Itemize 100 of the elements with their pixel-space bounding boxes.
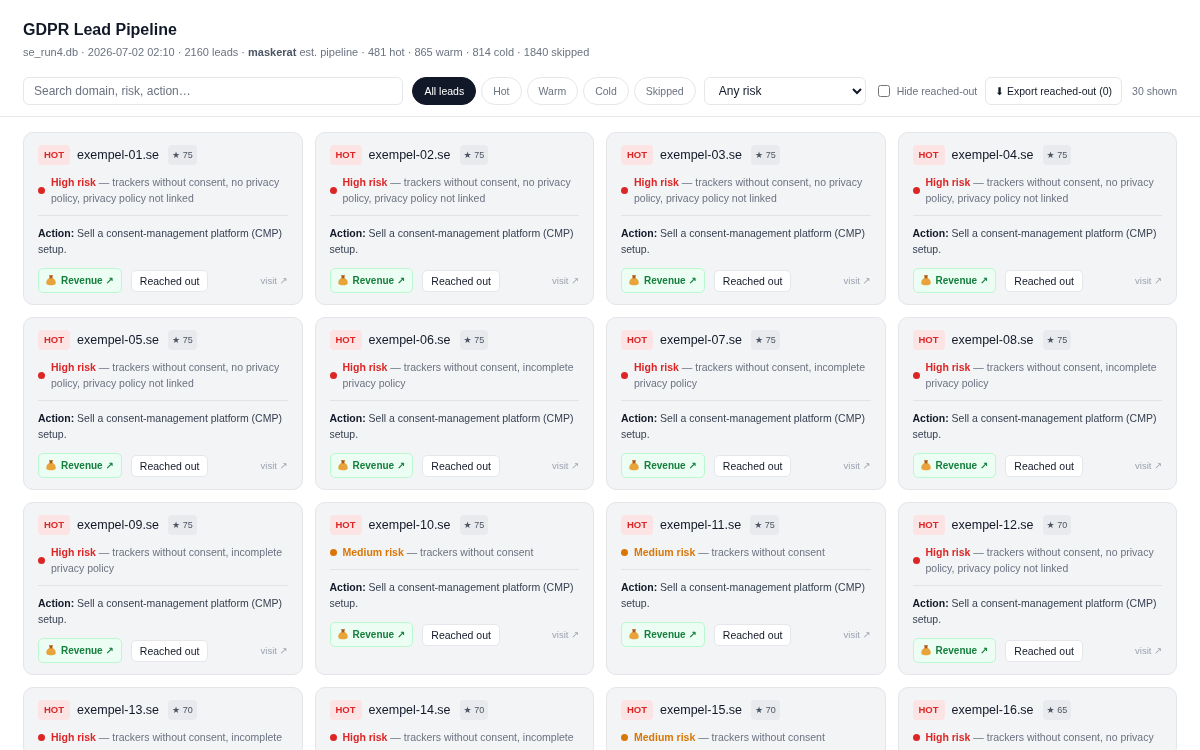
risk-summary: High risk — trackers without consent, incomplete privacy policy — [342, 360, 575, 391]
money-bag-icon — [46, 645, 56, 656]
revenue-button[interactable]: Revenue ↗ — [329, 268, 414, 293]
action-text: Action: Sell a consent-management platform (CMP) setup. — [621, 411, 866, 442]
shown-count: 30 shown — [1132, 85, 1177, 97]
search-field[interactable]: Search domain, risk, action… — [23, 77, 404, 105]
action-text: Action: Sell a consent-management platform (CMP) setup. — [912, 596, 1158, 627]
reached-out-button[interactable]: Reached out — [422, 269, 500, 292]
revenue-button[interactable]: Revenue ↗ — [329, 453, 414, 478]
money-bag-icon — [46, 275, 56, 286]
score-chip: ★ 75 — [459, 330, 489, 350]
revenue-button[interactable]: Revenue ↗ — [329, 622, 414, 647]
lead-domain: exempel-15.se — [660, 703, 743, 717]
revenue-button[interactable]: Revenue ↗ — [38, 268, 122, 293]
lead-domain: exempel-11.se — [660, 518, 742, 532]
filter-tab[interactable]: Warm — [526, 77, 579, 105]
money-bag-icon — [629, 275, 639, 286]
score-chip: ★ 75 — [751, 145, 780, 165]
filter-tab[interactable]: Hot — [481, 77, 522, 105]
reached-out-button[interactable]: Reached out — [1005, 454, 1083, 477]
score-chip: ★ 75 — [1042, 330, 1072, 350]
reached-out-button[interactable]: Reached out — [130, 269, 209, 292]
filter-tab[interactable]: All leads — [412, 77, 477, 105]
money-bag-icon — [629, 629, 639, 640]
tier-badge: HOT — [329, 700, 362, 720]
reached-out-button[interactable]: Reached out — [1005, 639, 1083, 662]
tier-badge: HOT — [912, 515, 945, 535]
action-text: Action: Sell a consent-management platform (CMP) setup. — [38, 596, 283, 627]
risk-summary: High risk — trackers without consent, no privacy — [925, 730, 1154, 745]
reached-out-button[interactable]: Reached out — [422, 454, 500, 477]
lead-domain: exempel-12.se — [951, 518, 1034, 532]
tier-badge: HOT — [38, 700, 71, 720]
tier-badge: HOT — [912, 330, 945, 350]
score-chip: ★ 75 — [459, 145, 489, 165]
reached-out-button[interactable]: Reached out — [422, 623, 500, 646]
revenue-button[interactable]: Revenue ↗ — [621, 622, 705, 647]
hide-reached-out-checkbox[interactable] — [877, 85, 890, 97]
reached-out-button[interactable]: Reached out — [130, 639, 209, 662]
reached-out-button[interactable]: Reached out — [713, 623, 792, 646]
reached-out-button[interactable]: Reached out — [713, 269, 792, 292]
tier-badge: HOT — [38, 515, 71, 535]
revenue-button[interactable]: Revenue ↗ — [912, 268, 997, 293]
revenue-button[interactable]: Revenue ↗ — [912, 638, 997, 663]
lead-domain: exempel-10.se — [368, 518, 451, 532]
lead-domain: exempel-13.se — [77, 703, 160, 717]
checkbox-label[interactable]: Hide reached-out — [896, 85, 978, 97]
score-chip: ★ 75 — [751, 330, 780, 350]
score-chip: ★ 65 — [1042, 700, 1072, 720]
tier-badge: HOT — [38, 330, 71, 350]
risk-filter-select[interactable]: Any risk — [703, 77, 866, 105]
revenue-button[interactable]: Revenue ↗ — [38, 453, 122, 478]
tier-badge: HOT — [621, 700, 654, 720]
lead-domain: exempel-14.se — [368, 703, 451, 717]
revenue-button[interactable]: Revenue ↗ — [912, 453, 997, 478]
lead-domain: exempel-02.se — [368, 148, 451, 162]
score-chip: ★ 75 — [1042, 145, 1072, 165]
money-bag-icon — [337, 629, 348, 640]
risk-summary: High risk — trackers without consent, no privacy policy, privacy policy not linked — [51, 175, 281, 206]
action-text: Action: Sell a consent-management platform (CMP) setup. — [38, 411, 283, 442]
risk-summary: Medium risk — trackers without consent — [634, 545, 825, 560]
tier-badge: HOT — [912, 145, 945, 165]
revenue-button[interactable]: Revenue ↗ — [621, 453, 705, 478]
risk-summary: High risk — trackers without consent, no privacy policy, privacy policy not linked — [51, 360, 281, 391]
score-chip: ★ 75 — [168, 515, 197, 535]
tier-badge: HOT — [621, 515, 654, 535]
money-bag-icon — [629, 460, 639, 471]
lead-domain: exempel-05.se — [77, 333, 160, 347]
action-text: Action: Sell a consent-management platform (CMP) setup. — [912, 226, 1158, 257]
export-button[interactable]: ⬇ Export reached-out (0) — [985, 77, 1123, 105]
risk-summary: High risk — trackers without consent, no privacy policy, privacy policy not linked — [342, 175, 572, 206]
revenue-button[interactable]: Revenue ↗ — [621, 268, 705, 293]
lead-domain: exempel-04.se — [951, 148, 1034, 162]
lead-domain: exempel-06.se — [368, 333, 451, 347]
risk-summary: High risk — trackers without consent, incomplete — [51, 730, 283, 745]
reached-out-button[interactable]: Reached out — [130, 454, 209, 477]
lead-domain: exempel-07.se — [660, 333, 743, 347]
risk-summary: Medium risk — trackers without consent — [342, 545, 534, 560]
score-chip: ★ 70 — [751, 700, 780, 720]
risk-summary: High risk — trackers without consent, no privacy policy, privacy policy not linked — [634, 175, 864, 206]
risk-summary: High risk — trackers without consent, incomplete — [342, 730, 574, 745]
money-bag-icon — [337, 275, 348, 286]
tier-badge: HOT — [621, 330, 654, 350]
filter-tab[interactable]: Cold — [583, 77, 629, 105]
action-text: Action: Sell a consent-management platform (CMP) setup. — [329, 411, 575, 442]
action-text: Action: Sell a consent-management platform (CMP) setup. — [38, 226, 283, 257]
reached-out-button[interactable]: Reached out — [713, 454, 792, 477]
tier-badge: HOT — [621, 145, 654, 165]
revenue-button[interactable]: Revenue ↗ — [38, 638, 122, 663]
score-chip: ★ 75 — [168, 145, 197, 165]
action-text: Action: Sell a consent-management platform (CMP) setup. — [912, 411, 1158, 442]
pipeline-summary: se_run4.db · 2026-07-02 02:10 · 2160 leads · maskerat est. pipeline · 481 hot · 865 warm · 814 cold · 1840 skipped — [23, 45, 591, 60]
reached-out-button[interactable]: Reached out — [1005, 269, 1083, 292]
risk-summary: Medium risk — trackers without consent — [634, 730, 825, 745]
money-bag-icon — [920, 645, 931, 656]
risk-summary: High risk — trackers without consent, incomplete privacy policy — [925, 360, 1158, 391]
filter-tab[interactable]: Skipped — [633, 77, 696, 105]
lead-domain: exempel-03.se — [660, 148, 743, 162]
risk-summary: High risk — trackers without consent, no privacy policy, privacy policy not linked — [925, 545, 1155, 576]
money-bag-icon — [337, 460, 348, 471]
score-chip: ★ 70 — [1042, 515, 1072, 535]
